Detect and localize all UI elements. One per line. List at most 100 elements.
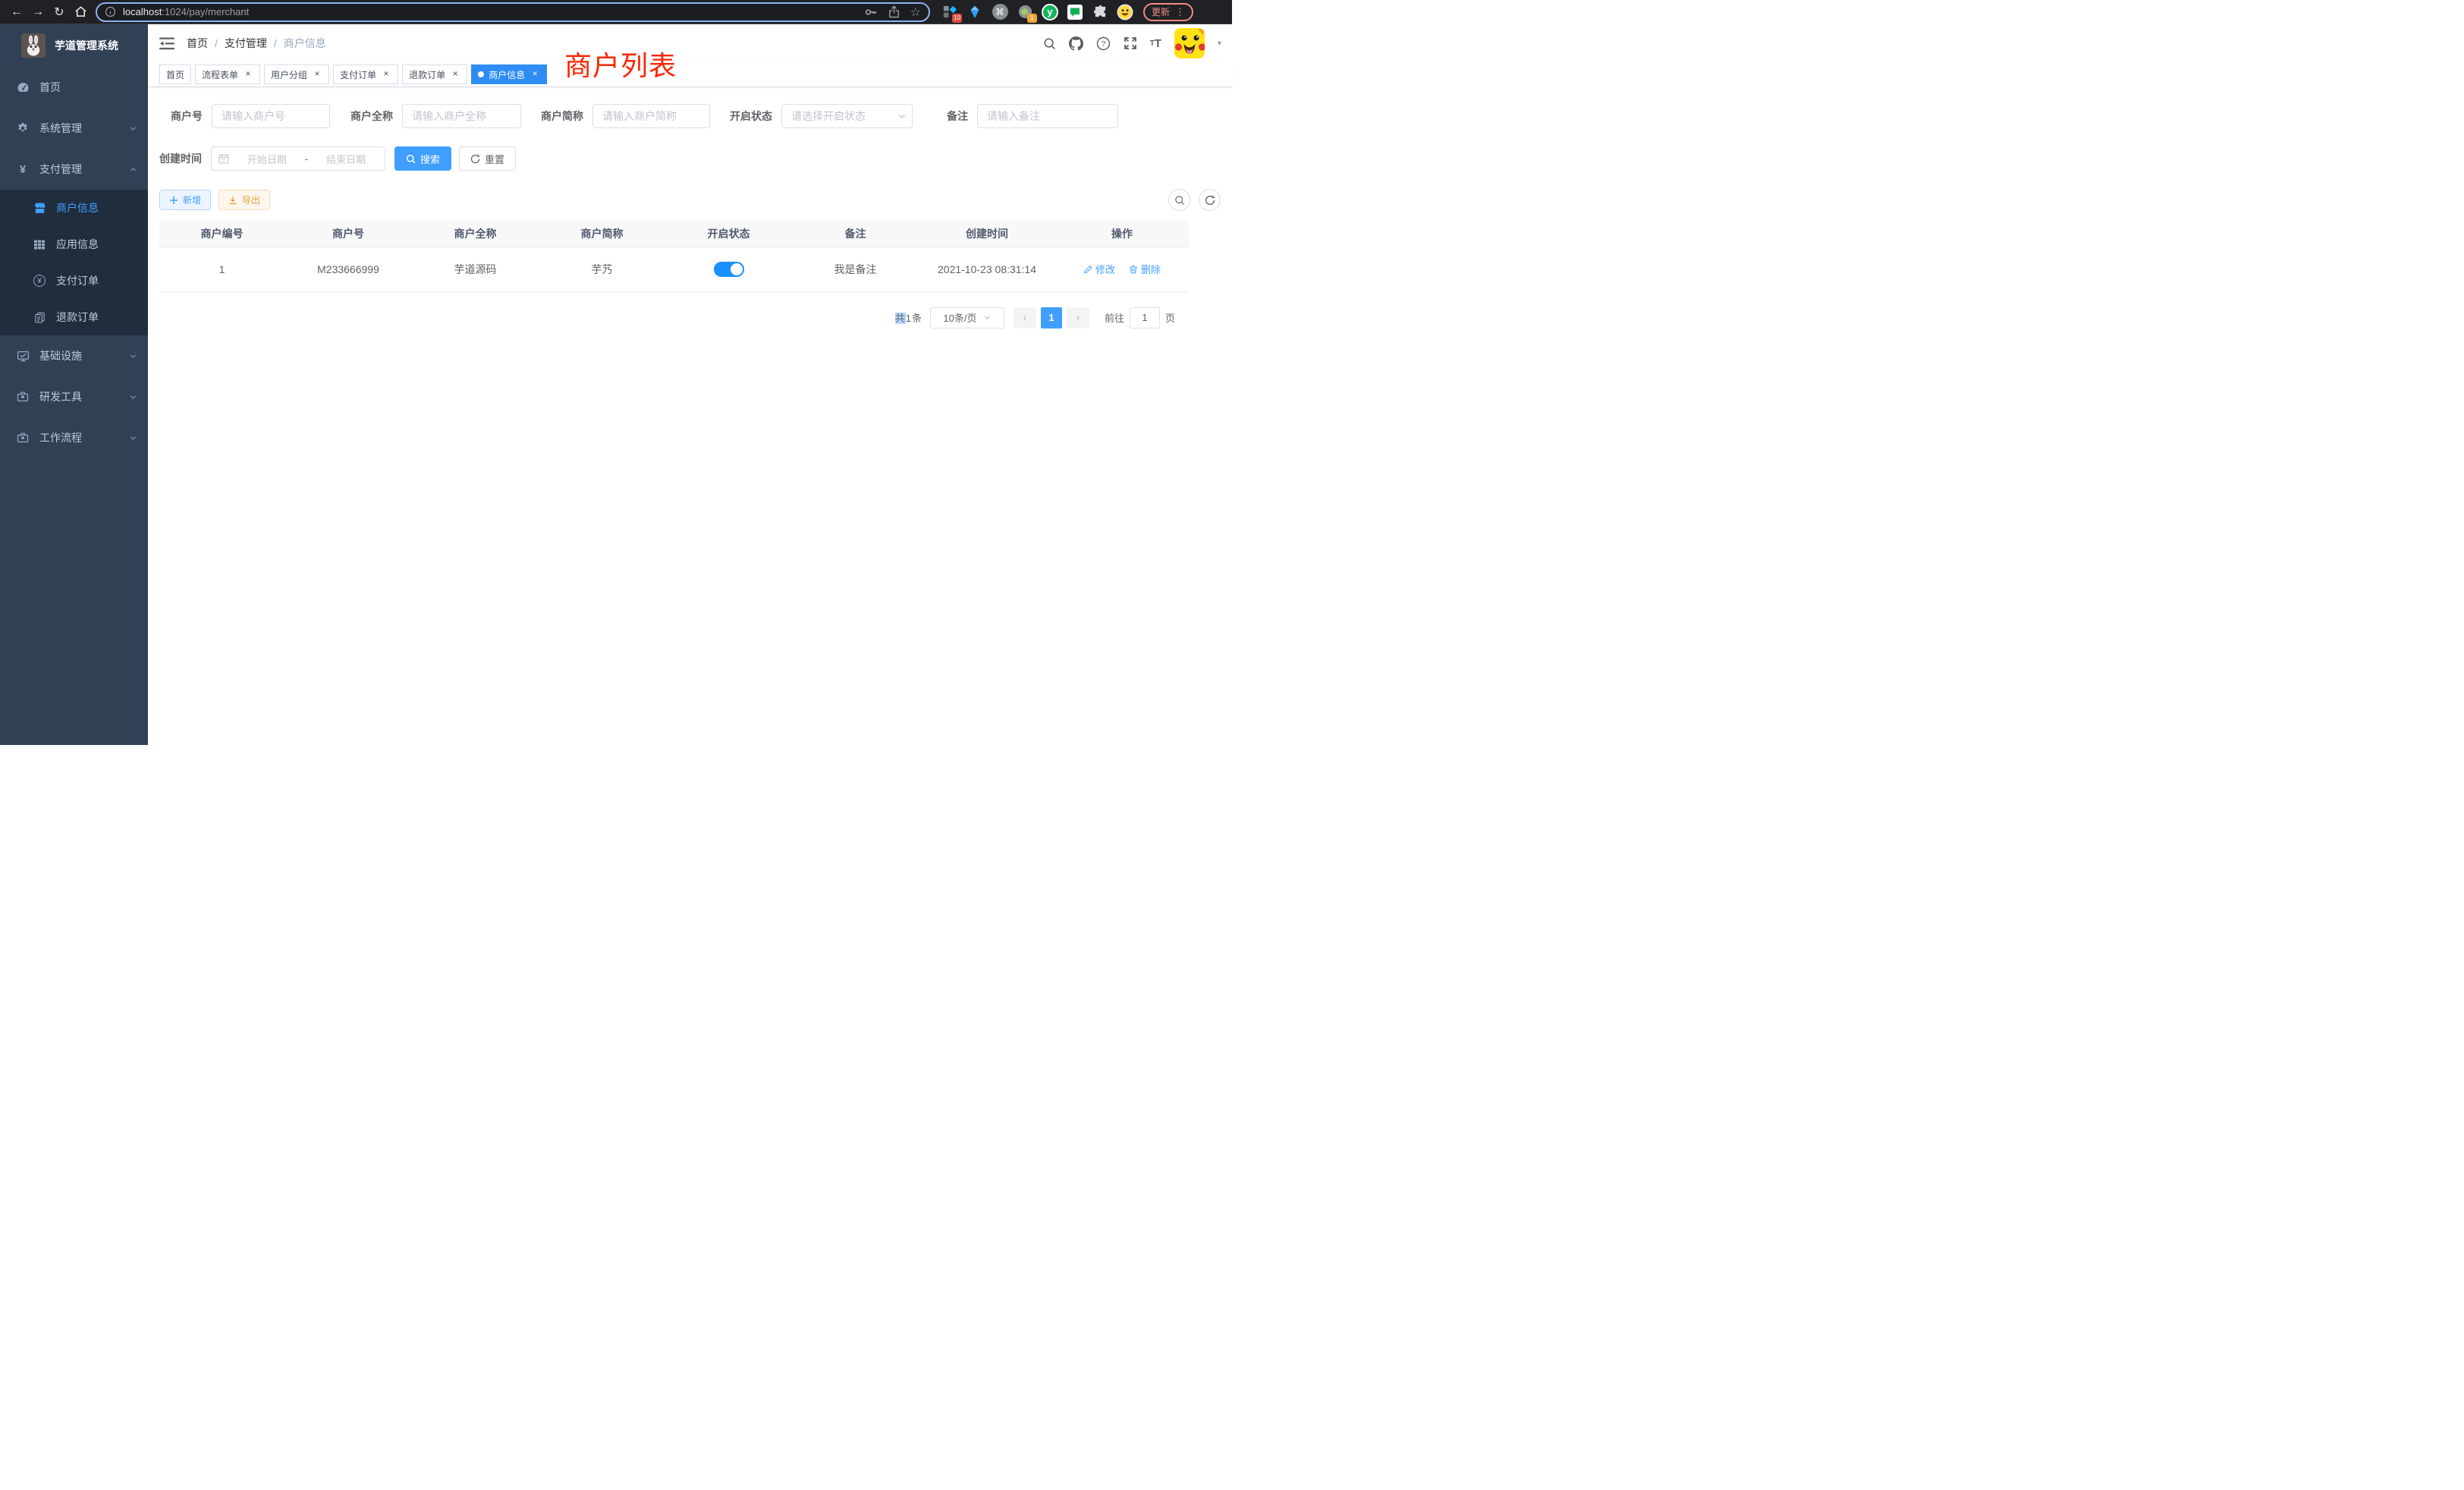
- chat-extension-icon: [1067, 5, 1083, 20]
- close-icon[interactable]: ×: [450, 69, 460, 80]
- short-name-input[interactable]: [592, 104, 710, 128]
- url-path: :1024/pay/merchant: [162, 6, 249, 17]
- close-icon[interactable]: ×: [243, 69, 253, 80]
- sidebar-item-workflow[interactable]: 工作流程: [0, 417, 148, 458]
- status-toggle[interactable]: [714, 262, 744, 277]
- extensions-puzzle-button[interactable]: [1091, 3, 1109, 21]
- plus-icon: [169, 196, 178, 205]
- browser-home-button[interactable]: [70, 2, 91, 23]
- refresh-table-button[interactable]: [1199, 189, 1221, 211]
- tab-merchant-info[interactable]: 商户信息×: [471, 64, 547, 84]
- close-icon[interactable]: ×: [312, 69, 322, 80]
- add-button[interactable]: 新增: [159, 190, 211, 210]
- update-label: 更新: [1152, 5, 1170, 18]
- browser-forward-button[interactable]: →: [27, 2, 49, 23]
- sidebar-item-merchant-info[interactable]: 商户信息: [0, 190, 148, 226]
- breadcrumb-home[interactable]: 首页: [187, 36, 208, 51]
- pagination: 共1条 10条/页 ‹ 1 › 前往 页: [159, 307, 1175, 328]
- col-header: 商户编号: [159, 221, 284, 247]
- briefcase-icon: [17, 391, 29, 403]
- chevron-down-icon: [129, 393, 137, 401]
- fullscreen-button[interactable]: [1124, 36, 1137, 50]
- browser-menu-icon[interactable]: ⋮: [1175, 6, 1185, 18]
- share-icon: [888, 5, 900, 18]
- breadcrumb-pay[interactable]: 支付管理: [225, 36, 267, 51]
- extension-y-button[interactable]: y: [1041, 3, 1059, 21]
- browser-profile-button[interactable]: [1116, 3, 1134, 21]
- tab-process-form[interactable]: 流程表单×: [195, 64, 260, 84]
- next-page-button[interactable]: ›: [1067, 307, 1089, 328]
- user-avatar[interactable]: [1174, 28, 1205, 58]
- page-size-select[interactable]: 10条/页: [930, 307, 1004, 328]
- browser-back-button[interactable]: ←: [6, 2, 27, 23]
- prev-page-button[interactable]: ‹: [1014, 307, 1036, 328]
- chevron-down-icon: [129, 434, 137, 442]
- cell-merchant-no: M233666999: [284, 247, 412, 291]
- remark-input[interactable]: [977, 104, 1118, 128]
- extension-recorder-button[interactable]: 1: [1016, 3, 1034, 21]
- password-key-button[interactable]: [864, 6, 878, 18]
- search-form: 商户号 商户全称 商户简称 开启状态: [159, 104, 1221, 171]
- col-header: 开启状态: [665, 221, 792, 247]
- filter-label: 商户号: [171, 108, 203, 124]
- reset-button[interactable]: 重置: [459, 146, 516, 171]
- yen-circle-icon: ¥: [33, 275, 46, 287]
- pay-submenu: 商户信息 应用信息 ¥ 支付订单 退款订单: [0, 190, 148, 335]
- tags-view-bar: 首页 流程表单× 用户分组× 支付订单× 退款订单× 商户信息×: [148, 62, 1232, 87]
- page-1-button[interactable]: 1: [1041, 307, 1062, 328]
- create-time-range-picker[interactable]: 开始日期 - 结束日期: [211, 146, 385, 171]
- filter-label: 创建时间: [159, 151, 202, 166]
- sidebar-item-pay-order[interactable]: ¥ 支付订单: [0, 262, 148, 299]
- sidebar-item-system[interactable]: 系统管理: [0, 108, 148, 149]
- close-icon[interactable]: ×: [381, 69, 391, 80]
- status-select[interactable]: [781, 104, 913, 128]
- tab-pay-order[interactable]: 支付订单×: [333, 64, 398, 84]
- app-logo-row[interactable]: 芋道管理系统: [0, 24, 148, 67]
- share-button[interactable]: [888, 5, 900, 18]
- puzzle-icon: [1093, 5, 1108, 19]
- sidebar-item-infra[interactable]: 基础设施: [0, 335, 148, 376]
- extension-command-button[interactable]: ⌘: [991, 3, 1009, 21]
- merchant-no-input[interactable]: [212, 104, 330, 128]
- sidebar-collapse-button[interactable]: [159, 37, 174, 50]
- range-start-placeholder: 开始日期: [235, 152, 299, 166]
- tab-home[interactable]: 首页: [159, 64, 191, 84]
- close-icon[interactable]: ×: [530, 69, 540, 80]
- search-button[interactable]: 搜索: [394, 146, 451, 171]
- delete-link[interactable]: 删除: [1129, 262, 1161, 276]
- avatar-caret-icon[interactable]: ▾: [1218, 39, 1221, 48]
- reload-icon: ↻: [54, 5, 64, 20]
- font-size-button[interactable]: TT: [1150, 37, 1161, 50]
- extension-tiles-button[interactable]: 10: [941, 3, 959, 21]
- breadcrumb-current: 商户信息: [284, 36, 326, 51]
- sidebar-item-dev-tools[interactable]: 研发工具: [0, 376, 148, 417]
- active-dot-icon: [478, 71, 484, 77]
- sidebar-item-label: 系统管理: [39, 121, 129, 136]
- sidebar-item-pay[interactable]: ¥ 支付管理: [0, 149, 148, 190]
- chrome-update-button[interactable]: 更新 ⋮: [1143, 3, 1193, 21]
- full-name-input[interactable]: [402, 104, 521, 128]
- header-search-button[interactable]: [1043, 37, 1056, 50]
- sidebar-item-refund-order[interactable]: 退款订单: [0, 299, 148, 335]
- sidebar-item-home[interactable]: 首页: [0, 67, 148, 108]
- tab-refund-order[interactable]: 退款订单×: [402, 64, 467, 84]
- browser-reload-button[interactable]: ↻: [49, 2, 70, 23]
- sidebar-item-label: 支付管理: [39, 162, 129, 177]
- col-header: 商户号: [284, 221, 412, 247]
- chevron-up-icon: [129, 165, 137, 174]
- goto-page-input[interactable]: [1130, 307, 1160, 328]
- sidebar-item-app-info[interactable]: 应用信息: [0, 226, 148, 262]
- address-bar[interactable]: localhost:1024/pay/merchant ☆: [96, 2, 930, 22]
- export-button[interactable]: 导出: [218, 190, 270, 210]
- extension-gem-button[interactable]: [966, 3, 984, 21]
- tab-user-group[interactable]: 用户分组×: [264, 64, 329, 84]
- toggle-search-button[interactable]: [1168, 189, 1190, 211]
- edit-link[interactable]: 修改: [1083, 262, 1115, 276]
- page-content: 商户号 商户全称 商户简称 开启状态: [148, 87, 1232, 745]
- github-link[interactable]: [1069, 36, 1083, 51]
- bookmark-star-button[interactable]: ☆: [910, 5, 921, 20]
- help-button[interactable]: ?: [1096, 36, 1111, 51]
- extension-chat-button[interactable]: [1066, 3, 1084, 21]
- extension-badge: 10: [952, 14, 962, 23]
- app-logo: [21, 33, 46, 58]
